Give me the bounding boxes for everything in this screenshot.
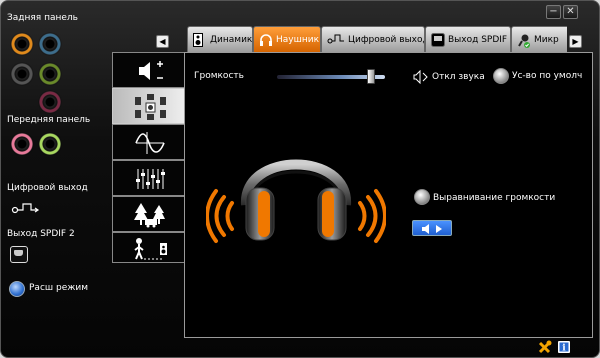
optical-out-icon — [431, 33, 445, 47]
front-jack-pink[interactable] — [11, 133, 33, 155]
volume-adjust-icon — [139, 61, 163, 80]
audio-manager-window: − ✕ Задняя панель Передняя панель Цифров… — [0, 0, 600, 358]
side-tab-room-correction[interactable] — [112, 232, 185, 263]
effect-tabs — [112, 52, 185, 263]
digital-out-label: Цифровой выход — [7, 183, 88, 193]
rear-jack-orange[interactable] — [11, 33, 33, 55]
front-jack-green[interactable] — [39, 133, 61, 155]
rear-jack-pink[interactable] — [39, 91, 61, 113]
headphone-icon — [260, 34, 272, 46]
minimize-button[interactable]: − — [546, 5, 561, 19]
loudness-eq-button[interactable] — [414, 189, 430, 205]
volume-slider-thumb[interactable] — [367, 69, 375, 84]
spdif2-label: Выход SPDIF 2 — [7, 229, 75, 239]
mute-label[interactable]: Откл звука — [432, 72, 485, 82]
rear-jack-green[interactable] — [39, 63, 61, 85]
headphones-illustration — [206, 159, 386, 243]
rear-jack-blue[interactable] — [39, 33, 61, 55]
close-button[interactable]: ✕ — [563, 5, 578, 19]
tab-spdif2[interactable]: Выход SPDIF 2 — [425, 26, 511, 52]
speaker-icon — [193, 33, 203, 47]
speaker-play-icon — [422, 224, 442, 234]
room-correction-icon — [134, 238, 167, 260]
tab-headphones[interactable]: Наушник — [253, 26, 321, 52]
speaker-config-icon — [135, 94, 166, 120]
tab-next-button[interactable]: ▶ — [569, 35, 582, 48]
tab-prev-button[interactable]: ◀ — [156, 35, 169, 48]
info-icon[interactable]: i — [557, 340, 571, 354]
tools-icon[interactable] — [538, 340, 552, 354]
side-tab-equalizer[interactable] — [112, 160, 185, 196]
tab-microphone[interactable]: Микр — [511, 26, 567, 52]
environment-icon — [134, 203, 165, 228]
rear-panel-label: Задняя панель — [7, 13, 78, 23]
tab-speakers[interactable]: Динамик — [187, 26, 253, 52]
default-device-button[interactable] — [493, 68, 509, 84]
default-device-label[interactable]: Ус-во по умолч — [512, 71, 582, 81]
side-tab-environment[interactable] — [112, 196, 185, 232]
tab-digital-out[interactable]: Цифровой выход — [321, 26, 425, 52]
volume-label: Громкость — [194, 71, 244, 81]
loudness-eq-label[interactable]: Выравнивание громкости — [433, 193, 555, 203]
advanced-mode-radio[interactable] — [9, 281, 25, 297]
mute-icon[interactable] — [413, 70, 429, 84]
advanced-mode-label: Расш режим — [29, 283, 88, 293]
side-tab-volume[interactable] — [112, 52, 185, 88]
svg-text:i: i — [562, 344, 566, 354]
optical-out-icon[interactable] — [10, 246, 28, 263]
device-tabs: Динамик Наушник Цифровой выход Выход SPD… — [187, 26, 567, 53]
microphone-icon — [518, 34, 530, 48]
jack-panel: Задняя панель Передняя панель Цифровой в… — [5, 11, 105, 351]
digital-out-icon — [327, 34, 344, 44]
waveform-icon — [135, 132, 165, 154]
side-tab-speaker-config[interactable] — [112, 88, 185, 124]
digital-out-icon[interactable] — [11, 201, 41, 215]
loudness-eq-settings-button[interactable] — [412, 220, 452, 236]
equalizer-icon — [136, 169, 165, 189]
side-tab-waveform[interactable] — [112, 124, 185, 160]
front-panel-label: Передняя панель — [7, 115, 91, 125]
rear-jack-gray[interactable] — [11, 63, 33, 85]
